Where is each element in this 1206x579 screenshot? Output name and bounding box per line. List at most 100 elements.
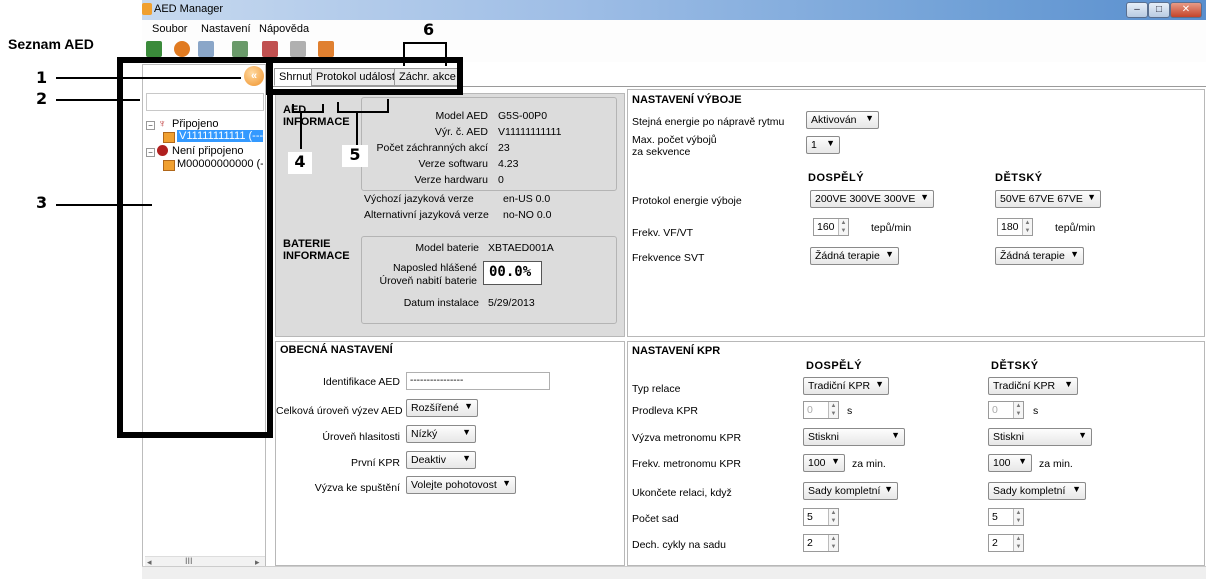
- default-language-label: Výchozí jazyková verze: [364, 193, 474, 205]
- rescue-count-value: 23: [498, 142, 510, 154]
- battery-model-label: Model baterie: [415, 242, 479, 254]
- dropdown-arrow-icon: ▼: [1064, 379, 1073, 389]
- stepper-arrows-icon[interactable]: ▲ ▼: [828, 535, 838, 551]
- menu-help[interactable]: Nápověda: [259, 23, 309, 35]
- callout-number-6: 6: [423, 20, 435, 39]
- rescue-count-label: Počet záchranných akcí: [376, 142, 488, 154]
- callout-line-2: [56, 99, 140, 101]
- metronome-prompt-child-dropdown[interactable]: Stiskni ▼: [988, 428, 1092, 446]
- first-cpr-label: První KPR: [350, 457, 400, 469]
- battery-level-label-line1: Naposled hlášené: [392, 262, 477, 274]
- volume-dropdown[interactable]: Nízký ▼: [406, 425, 476, 443]
- callout-number-4: 4: [288, 152, 312, 174]
- page-label: Seznam AED: [8, 36, 94, 52]
- callout-line-6: [403, 42, 447, 44]
- aed-info-title-line2: INFORMACE: [283, 116, 350, 128]
- battery-title-line2: INFORMACE: [283, 250, 350, 262]
- stepper-arrows-icon[interactable]: ▲ ▼: [828, 509, 838, 525]
- callout-line-3: [56, 204, 152, 206]
- stepper-arrows-icon[interactable]: ▲ ▼: [1013, 535, 1023, 551]
- stepper-arrows-icon[interactable]: ▲ ▼: [1013, 509, 1023, 525]
- chart-icon[interactable]: [232, 41, 248, 57]
- menu-file[interactable]: Soubor: [152, 23, 187, 35]
- window-title: AED Manager: [154, 3, 224, 15]
- metronome-rate-child-dropdown[interactable]: 100 ▼: [988, 454, 1032, 472]
- vfvt-child-stepper[interactable]: 180 ▲ ▼: [997, 218, 1033, 236]
- svt-child-dropdown[interactable]: Žádná terapie ▼: [995, 247, 1084, 265]
- aed-id-input[interactable]: ----------------: [406, 372, 550, 390]
- energy-protocol-adult-dropdown[interactable]: 200VE 300VE 300VE ▼: [810, 190, 934, 208]
- install-date-value: 5/29/2013: [488, 297, 535, 309]
- battery-level-label-line2: Úroveň nabití baterie: [379, 275, 477, 287]
- prompt-level-dropdown[interactable]: Rozšířené ▼: [406, 399, 478, 417]
- metronome-rate-adult-unit: za min.: [852, 458, 886, 470]
- menu-settings[interactable]: Nastavení: [201, 23, 251, 35]
- export-icon[interactable]: [198, 41, 214, 57]
- end-session-adult-dropdown[interactable]: Sady kompletní ▼: [803, 482, 898, 500]
- cpr-delay-adult-stepper[interactable]: 0 ▲ ▼: [803, 401, 839, 419]
- dropdown-arrow-icon: ▼: [831, 456, 840, 466]
- first-cpr-dropdown[interactable]: Deaktiv ▼: [406, 451, 476, 469]
- aed-info-title-line1: AED: [283, 104, 307, 116]
- metronome-rate-child-unit: za min.: [1039, 458, 1073, 470]
- dropdown-arrow-icon: ▼: [502, 478, 511, 488]
- callout-line-4-tick-left: [292, 104, 294, 113]
- callout-line-4-stem: [300, 111, 302, 149]
- dropdown-arrow-icon: ▼: [884, 484, 893, 494]
- max-shocks-label-line1: Max. počet výbojů: [632, 134, 717, 146]
- stepper-arrows-icon[interactable]: ▲ ▼: [1013, 402, 1023, 418]
- sets-count-adult-stepper[interactable]: 5 ▲ ▼: [803, 508, 839, 526]
- print-icon[interactable]: [290, 41, 306, 57]
- energy-protocol-child-dropdown[interactable]: 50VE 67VE 67VE ▼: [995, 190, 1101, 208]
- breath-cycles-child-stepper[interactable]: 2 ▲ ▼: [988, 534, 1024, 552]
- battery-title-line1: BATERIE: [283, 238, 331, 250]
- minimize-button[interactable]: –: [1126, 2, 1148, 18]
- callout-number-1: 1: [36, 68, 48, 87]
- scroll-thumb[interactable]: III: [185, 556, 193, 566]
- startup-prompt-dropdown[interactable]: Volejte pohotovost ▼: [406, 476, 516, 494]
- stepper-arrows-icon[interactable]: ▲ ▼: [838, 219, 848, 235]
- shock-adult-header: DOSPĚLÝ: [808, 172, 865, 184]
- aed-model-value: G5S-00P0: [498, 110, 548, 122]
- startup-prompt-label: Výzva ke spuštění: [314, 482, 400, 494]
- sets-count-child-stepper[interactable]: 5 ▲ ▼: [988, 508, 1024, 526]
- stepper-arrows-icon[interactable]: ▲ ▼: [1022, 219, 1032, 235]
- cpr-adult-header: DOSPĚLÝ: [806, 360, 863, 372]
- dropdown-arrow-icon: ▼: [891, 430, 900, 440]
- dropdown-arrow-icon: ▼: [875, 379, 884, 389]
- same-energy-label: Stejná energie po nápravě rytmu: [632, 116, 785, 128]
- svt-rate-label: Frekvence SVT: [632, 252, 705, 264]
- callout-number-3: 3: [36, 193, 48, 212]
- max-shocks-label-line2: za sekvence: [632, 146, 691, 158]
- close-button[interactable]: ✕: [1170, 2, 1202, 18]
- breath-cycles-adult-stepper[interactable]: 2 ▲ ▼: [803, 534, 839, 552]
- exit-icon[interactable]: [318, 41, 334, 57]
- cpr-delay-child-stepper[interactable]: 0 ▲ ▼: [988, 401, 1024, 419]
- callout-line-4: [292, 111, 324, 113]
- metronome-prompt-adult-dropdown[interactable]: Stiskni ▼: [803, 428, 905, 446]
- vfvt-adult-unit: tepů/min: [871, 222, 912, 234]
- prompt-level-label: Celková úroveň výzev AED: [276, 405, 403, 417]
- install-date-label: Datum instalace: [403, 297, 479, 309]
- upload-icon[interactable]: [262, 41, 278, 57]
- end-session-child-dropdown[interactable]: Sady kompletní ▼: [988, 482, 1086, 500]
- maximize-button[interactable]: □: [1148, 2, 1170, 18]
- metronome-prompt-label: Výzva metronomu KPR: [632, 432, 742, 444]
- session-type-adult-dropdown[interactable]: Tradiční KPR ▼: [803, 377, 889, 395]
- status-bar: [142, 566, 1206, 579]
- stepper-arrows-icon[interactable]: ▲ ▼: [828, 402, 838, 418]
- vfvt-adult-stepper[interactable]: 160 ▲ ▼: [813, 218, 849, 236]
- dropdown-arrow-icon: ▼: [1072, 484, 1081, 494]
- end-session-label: Ukončete relaci, když: [632, 487, 732, 499]
- refresh-icon[interactable]: [174, 41, 190, 57]
- metronome-rate-adult-dropdown[interactable]: 100 ▼: [803, 454, 845, 472]
- svt-adult-dropdown[interactable]: Žádná terapie ▼: [810, 247, 899, 265]
- cpr-delay-adult-unit: s: [847, 405, 853, 417]
- max-shocks-dropdown[interactable]: 1 ▼: [806, 136, 840, 154]
- default-language-value: en-US 0.0: [503, 193, 551, 205]
- connect-icon[interactable]: [146, 41, 162, 57]
- session-type-child-dropdown[interactable]: Tradiční KPR ▼: [988, 377, 1078, 395]
- breath-cycles-label: Dech. cykly na sadu: [632, 539, 726, 551]
- dropdown-arrow-icon: ▼: [826, 138, 835, 148]
- same-energy-dropdown[interactable]: Aktivován ▼: [806, 111, 879, 129]
